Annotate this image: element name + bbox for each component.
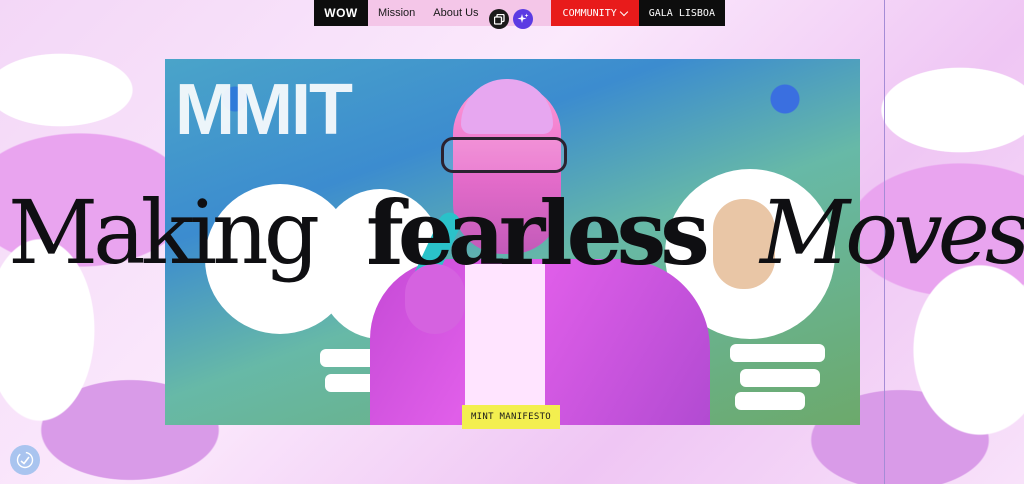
backdrop-bar: [740, 369, 820, 387]
community-label: COMMUNITY: [562, 7, 617, 19]
gala-lisboa-link[interactable]: GALA LISBOA: [638, 0, 725, 26]
nav-link-about-us[interactable]: About Us: [433, 7, 478, 19]
copy-button[interactable]: [489, 9, 509, 29]
sparkle-icon: [517, 13, 529, 23]
speaker-headwrap: [461, 79, 553, 134]
ai-assistant-button[interactable]: [513, 9, 533, 29]
hero-backdrop-text: MMIT: [175, 70, 353, 150]
headline-word-fearless: fearless: [366, 181, 710, 285]
backdrop-bar: [730, 344, 825, 362]
speaker-glasses: [441, 137, 567, 173]
copy-icon: [493, 13, 505, 25]
nav-link-mission[interactable]: Mission: [378, 7, 415, 19]
mint-manifesto-button[interactable]: MINT MANIFESTO: [462, 405, 560, 429]
accessibility-icon: [16, 451, 34, 469]
headline-word-making: Making: [8, 181, 320, 284]
chevron-down-icon: [619, 7, 628, 16]
community-dropdown[interactable]: COMMUNITY: [550, 0, 639, 26]
headline-word-moves: Moves: [760, 181, 1024, 284]
page: MMIT Making fearless Moves WOW Mission A…: [0, 0, 1024, 484]
backdrop-bar: [735, 392, 805, 410]
hero-headline: Making fearless Moves: [0, 178, 1024, 288]
logo[interactable]: WOW: [314, 0, 368, 26]
accessibility-button[interactable]: [10, 445, 40, 475]
speaker-shirt: [465, 264, 545, 425]
